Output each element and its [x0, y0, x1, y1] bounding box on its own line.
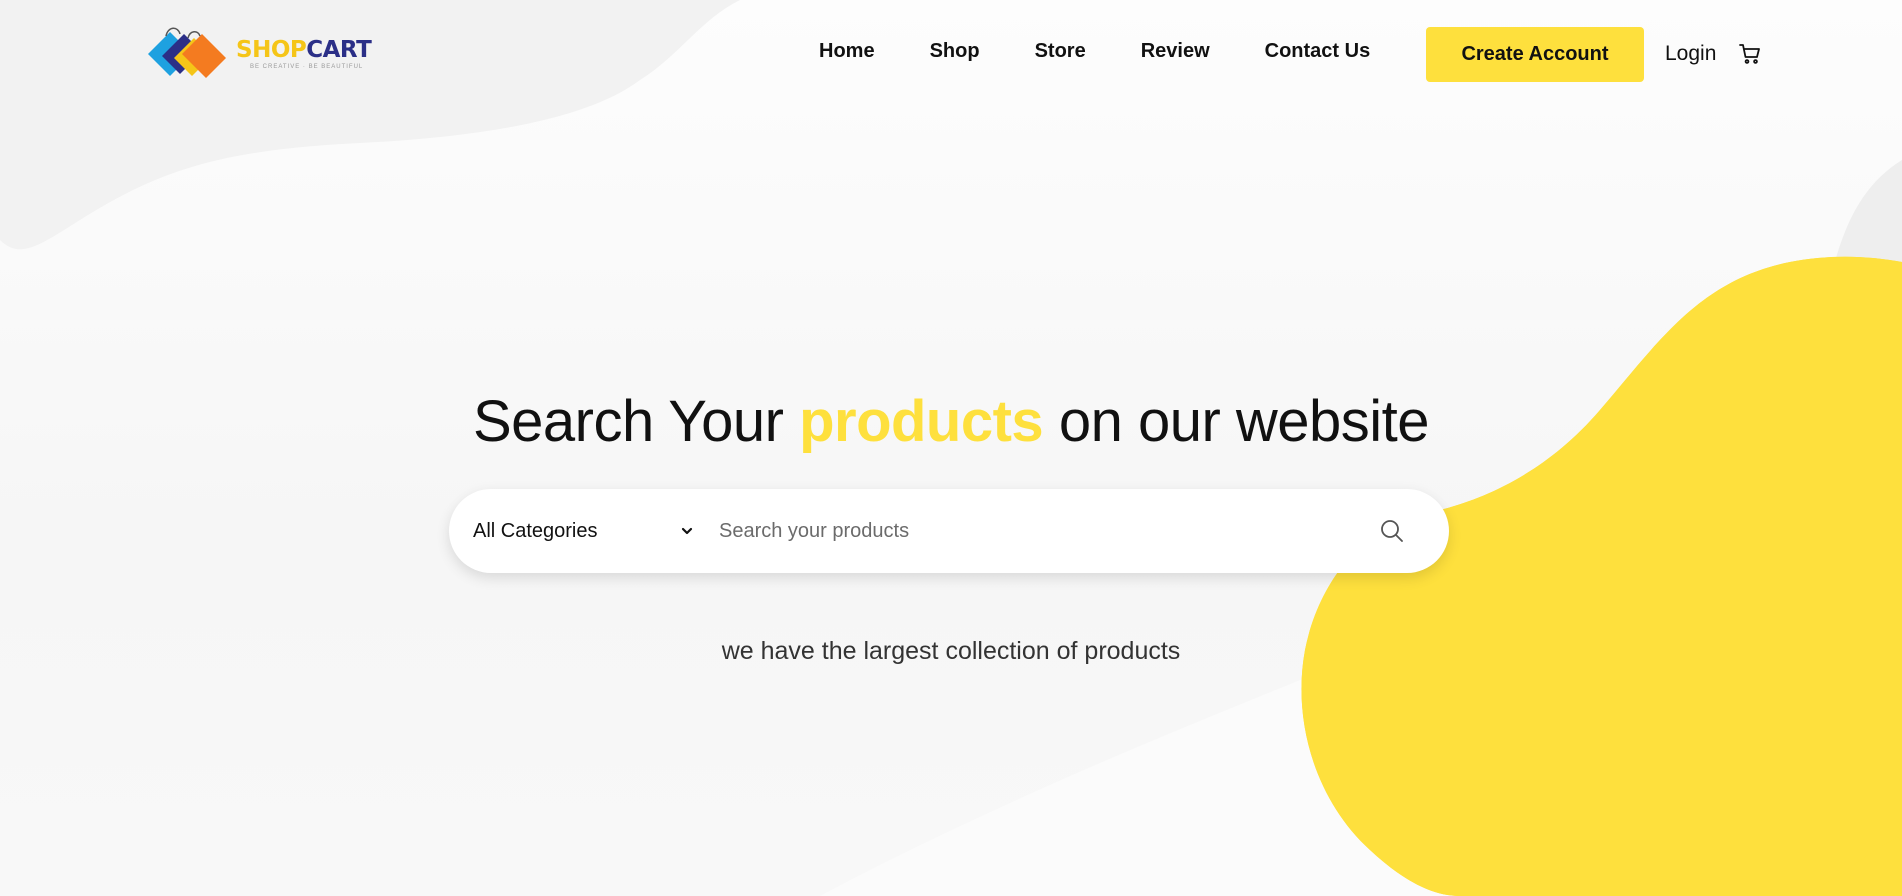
site-header: SHOPCART BE CREATIVE · BE BEAUTIFUL Home… [0, 0, 1902, 110]
shopcart-logo[interactable]: SHOPCART BE CREATIVE · BE BEAUTIFUL [144, 24, 372, 84]
hero-tagline: we have the largest collection of produc… [721, 637, 1181, 665]
brand-tagline: BE CREATIVE · BE BEAUTIFUL [250, 63, 364, 70]
nav-home[interactable]: Home [819, 40, 875, 63]
search-bar: All Categories [449, 489, 1449, 573]
nav-store[interactable]: Store [1035, 40, 1086, 63]
hero-title: Search Your products on our website [472, 389, 1430, 454]
shopping-bags-icon [148, 27, 226, 78]
category-dropdown[interactable]: All Categories [473, 511, 695, 551]
search-icon[interactable] [1379, 518, 1405, 544]
nav-review[interactable]: Review [1141, 40, 1210, 63]
create-account-button[interactable]: Create Account [1426, 27, 1644, 82]
nav-contact-us[interactable]: Contact Us [1265, 40, 1371, 63]
nav-shop[interactable]: Shop [930, 40, 980, 63]
cart-icon[interactable] [1738, 42, 1762, 66]
brand-name: SHOPCART [236, 36, 372, 63]
chevron-down-icon [681, 527, 693, 535]
hero-title-accent: products [799, 389, 1044, 454]
right-gray-arc [1836, 160, 1902, 270]
search-input[interactable] [717, 508, 1359, 554]
login-link[interactable]: Login [1665, 42, 1716, 66]
main-nav: Home Shop Store Review Contact Us [819, 40, 1370, 63]
yellow-blob-fill [1301, 256, 1902, 896]
category-selected-value: All Categories [473, 519, 598, 542]
